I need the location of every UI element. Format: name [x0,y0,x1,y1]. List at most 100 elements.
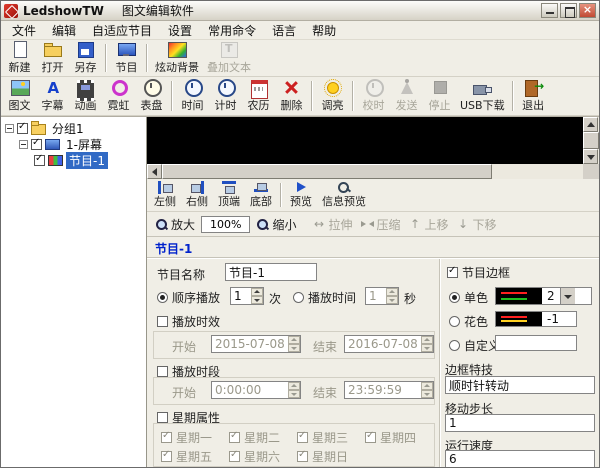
minimize-button[interactable] [541,3,558,18]
delete-button[interactable]: 删除 [275,78,308,114]
pattern-color-box[interactable]: -1 [495,311,577,327]
align-right-button[interactable]: 右侧 [181,180,213,210]
saturday-checkbox[interactable]: 星期六 [229,448,280,465]
spin-down-icon[interactable] [421,390,433,398]
led-preview-canvas[interactable] [147,117,599,164]
program-button[interactable]: 节目 [110,41,143,75]
checkbox-checked-icon[interactable] [365,432,376,443]
tree-item-program[interactable]: 节目-1 [1,152,146,168]
tuesday-checkbox[interactable]: 星期二 [229,429,280,446]
menu-edit[interactable]: 编辑 [44,20,84,41]
program-checkbox[interactable] [34,155,45,166]
zoom-out-button[interactable]: 缩小 [252,214,300,235]
checkbox-checked-icon[interactable] [161,451,172,462]
exit-button[interactable]: → 退出 [517,78,550,114]
dial-button[interactable]: 表盘 [135,78,168,114]
move-step-input[interactable]: 1 [445,414,595,432]
vertical-scroll-thumb[interactable] [583,132,599,149]
checkbox-checked-icon[interactable] [229,451,240,462]
program-name-input[interactable]: 节目-1 [225,263,317,281]
scroll-left-button[interactable] [147,164,162,179]
spin-down-icon[interactable] [251,296,263,304]
subtitle-button[interactable]: A 字幕 [36,78,69,114]
wednesday-checkbox[interactable]: 星期三 [297,429,348,446]
time-button[interactable]: 时间 [176,78,209,114]
horizontal-scroll-thumb[interactable] [162,164,492,179]
tree-item-screen[interactable]: 1-屏幕 [1,136,146,152]
spin-up-icon[interactable] [251,288,263,296]
move-down-button[interactable]: ↓ 下移 [453,214,501,235]
checkbox-checked-icon[interactable] [297,451,308,462]
align-bottom-button[interactable]: 底部 [245,180,277,210]
time-sync-button[interactable]: 校时 [357,78,390,114]
spin-down-icon[interactable] [421,344,433,352]
custom-color-radio[interactable]: 自定义 [449,337,500,354]
group-checkbox[interactable] [17,123,28,134]
checkbox-icon[interactable] [157,316,168,327]
play-count-stepper[interactable]: 1 [230,287,264,305]
collapse-icon[interactable] [5,124,14,133]
tree-program-label[interactable]: 节目-1 [66,152,108,169]
menu-file[interactable]: 文件 [4,20,44,41]
overlay-text-button[interactable]: T 叠加文本 [203,41,255,75]
segment-end-field[interactable]: 23:59:59 [344,381,434,399]
send-button[interactable]: 发送 [390,78,423,114]
align-left-button[interactable]: 左侧 [149,180,181,210]
radio-selected-icon[interactable] [157,292,168,303]
play-period-checkbox[interactable]: 播放时效 [157,313,220,330]
lunar-button[interactable]: 农历 [242,78,275,114]
spin-up-icon[interactable] [288,382,300,390]
radio-unselected-icon[interactable] [449,316,460,327]
zoom-in-button[interactable]: 放大 [151,214,199,235]
neon-button[interactable]: 霓虹 [102,78,135,114]
checkbox-checked-icon[interactable] [161,432,172,443]
scroll-up-button[interactable] [583,117,598,132]
spin-up-icon[interactable] [421,382,433,390]
menu-language[interactable]: 语言 [264,20,304,41]
radio-unselected-icon[interactable] [449,340,460,351]
segment-start-field[interactable]: 0:00:00 [211,381,301,399]
vertical-scrollbar[interactable] [583,117,599,164]
align-top-button[interactable]: 顶端 [213,180,245,210]
horizontal-scrollbar[interactable] [147,164,599,179]
tree-screen-label[interactable]: 1-屏幕 [63,136,105,153]
sunday-checkbox[interactable]: 星期日 [297,448,348,465]
move-up-button[interactable]: ↑ 上移 [405,214,453,235]
pattern-color-radio[interactable]: 花色 [449,313,488,330]
monday-checkbox[interactable]: 星期一 [161,429,212,446]
single-color-radio[interactable]: 单色 [449,289,488,306]
spin-down-icon[interactable] [288,390,300,398]
friday-checkbox[interactable]: 星期五 [161,448,212,465]
spin-up-icon[interactable] [421,336,433,344]
close-button[interactable]: × [579,3,596,18]
animation-button[interactable]: 动画 [69,78,102,114]
custom-color-box[interactable] [495,335,577,351]
stretch-button[interactable]: ↔ 拉伸 [308,214,356,235]
preview-button[interactable]: 预览 [285,180,317,210]
menu-adaptive-program[interactable]: 自适应节目 [84,20,160,41]
checkbox-checked-icon[interactable] [447,267,458,278]
screen-checkbox[interactable] [31,139,42,150]
checkbox-icon[interactable] [157,366,168,377]
menu-help[interactable]: 帮助 [304,20,344,41]
menu-settings[interactable]: 设置 [160,20,200,41]
sequential-play-radio[interactable]: 顺序播放 [157,289,220,306]
spin-up-icon[interactable] [288,336,300,344]
checkbox-checked-icon[interactable] [297,432,308,443]
period-start-field[interactable]: 2015-07-08 [211,335,301,353]
open-button[interactable]: 打开 [36,41,69,75]
save-as-button[interactable]: 另存 [69,41,102,75]
tree-item-group[interactable]: 分组1 [1,120,146,136]
graphic-text-button[interactable]: 图文 [3,78,36,114]
stop-button[interactable]: 停止 [423,78,456,114]
compress-button[interactable]: 压缩 [357,214,405,235]
play-time-stepper[interactable]: 1 [365,287,399,305]
thursday-checkbox[interactable]: 星期四 [365,429,416,446]
brightness-button[interactable]: 调亮 [316,78,349,114]
checkbox-icon[interactable] [157,412,168,423]
scroll-down-button[interactable] [583,149,598,164]
spin-down-icon[interactable] [288,344,300,352]
zoom-level-combobox[interactable]: 100% [201,216,250,233]
radio-selected-icon[interactable] [449,292,460,303]
dropdown-arrow-icon[interactable] [560,288,575,304]
